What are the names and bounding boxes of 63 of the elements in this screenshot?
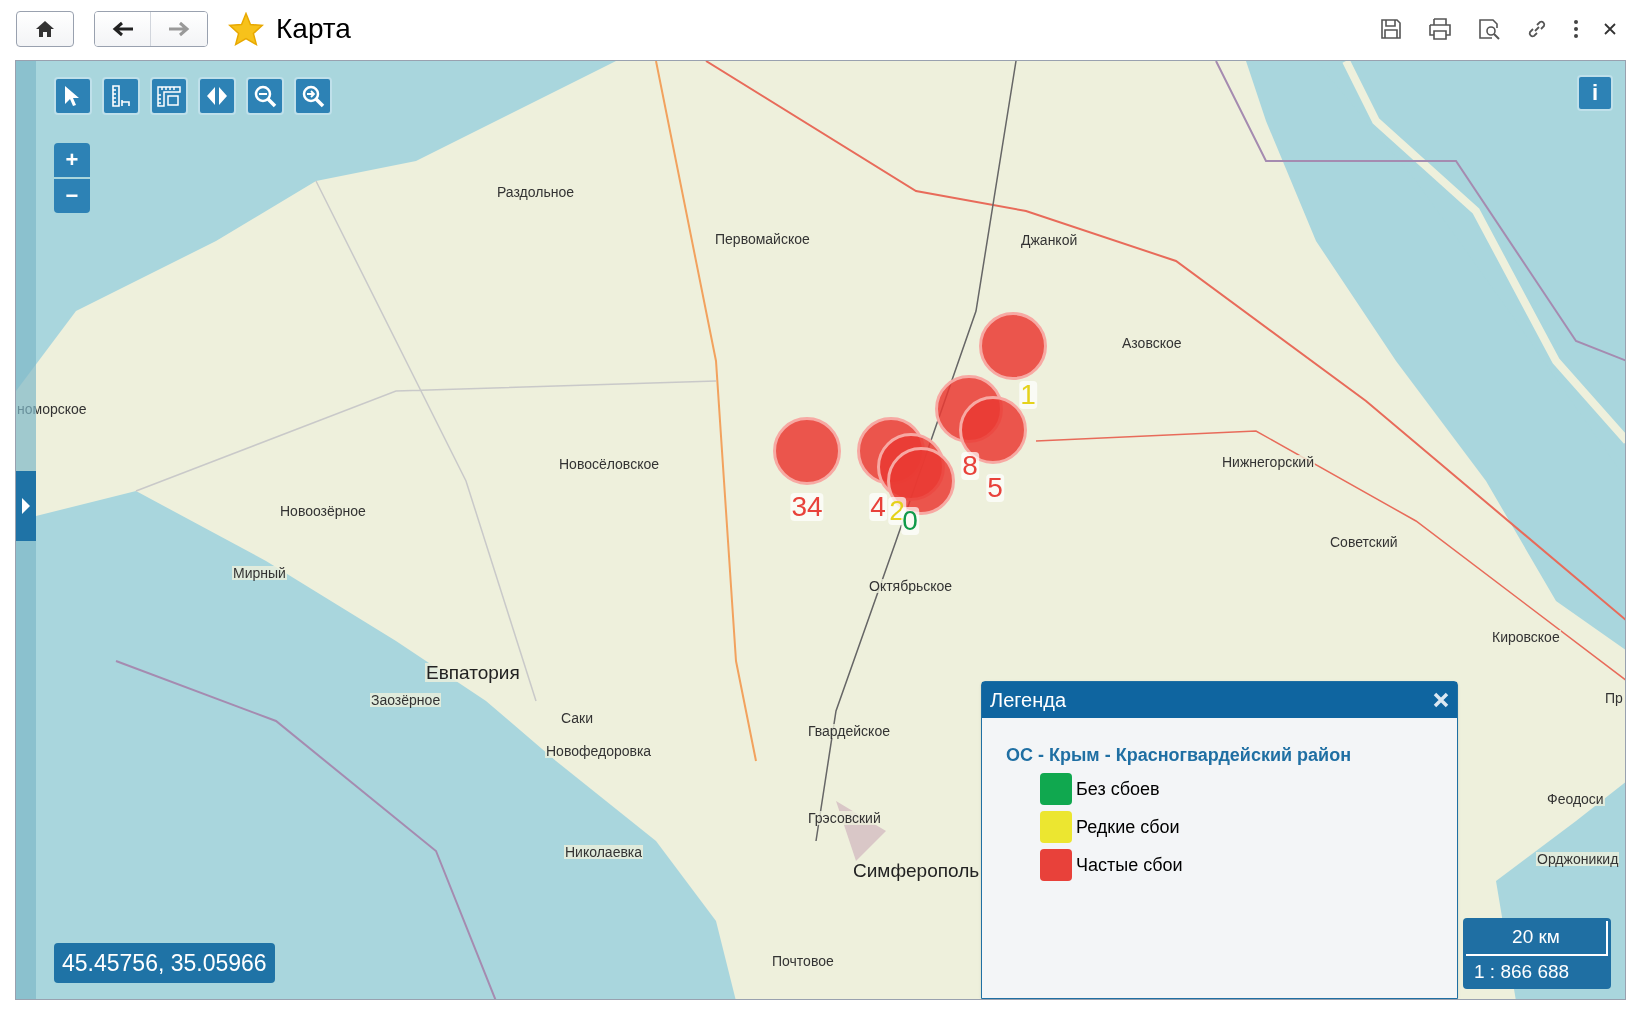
cluster-count: 1: [1019, 381, 1037, 409]
place-label: Симферополь: [852, 861, 981, 880]
legend-label: Частые сбои: [1076, 853, 1183, 877]
cluster-count: 5: [986, 474, 1004, 502]
more-icon[interactable]: [1573, 19, 1579, 39]
cluster-count: 8: [961, 452, 979, 480]
scale-ratio: 1 : 866 688: [1473, 959, 1571, 984]
home-icon: [35, 20, 55, 38]
measure-distance-button[interactable]: [102, 77, 140, 115]
window-title: Карта: [276, 12, 351, 46]
place-label: Николаевка: [564, 845, 644, 859]
place-label: Феодоси: [1546, 792, 1605, 806]
area-ruler-icon: [156, 84, 182, 108]
arrow-right-icon: [168, 21, 190, 37]
place-label: Кировское: [1491, 630, 1561, 644]
place-label: Заозёрное: [370, 693, 442, 707]
close-icon[interactable]: [1603, 22, 1617, 36]
home-button[interactable]: [16, 11, 74, 47]
place-label: Советский: [1329, 535, 1399, 549]
compare-button[interactable]: [198, 77, 236, 115]
place-label: Евпатория: [425, 663, 521, 682]
place-label: Грэсовский: [807, 811, 882, 825]
info-button[interactable]: i: [1577, 75, 1613, 111]
place-label: Почтовое: [771, 954, 835, 968]
zoom-out-button[interactable]: −: [54, 179, 90, 213]
coordinates-readout: 45.45756, 35.05966: [54, 942, 275, 983]
arrow-left-icon: [111, 21, 134, 37]
place-label: Новосёловское: [558, 457, 660, 471]
place-label: Гвардейское: [807, 724, 891, 738]
place-label: Саки: [560, 711, 594, 725]
place-label: Новофедоровка: [545, 744, 653, 758]
zoom-in-tool-button[interactable]: [246, 77, 284, 115]
select-tool-button[interactable]: [54, 77, 92, 115]
cluster-count: 4: [869, 493, 887, 521]
zoom-in-button[interactable]: +: [54, 143, 90, 177]
place-label: Нижнегорский: [1221, 455, 1315, 469]
scale-bar: 20 км: [1466, 921, 1608, 956]
preview-icon[interactable]: [1477, 17, 1501, 41]
legend-layer-title: ОС - Крым - Красногвардейский район: [1006, 744, 1352, 767]
star-icon[interactable]: [228, 12, 264, 46]
caret-right-icon: [21, 497, 31, 515]
zoom-extent-button[interactable]: [294, 77, 332, 115]
place-label: Азовское: [1121, 336, 1183, 350]
legend-label: Редкие сбои: [1076, 815, 1180, 839]
magnifier-icon: [253, 84, 277, 108]
measure-area-button[interactable]: [150, 77, 188, 115]
cluster-count: 34: [790, 493, 824, 521]
back-button[interactable]: [95, 12, 151, 46]
place-label: Октябрьское: [868, 579, 954, 593]
legend-label: Без сбоев: [1076, 777, 1160, 801]
ruler-icon: [109, 84, 133, 108]
magnifier-arrow-icon: [301, 84, 325, 108]
side-panel-toggle[interactable]: [16, 471, 36, 541]
legend-title: Легенда: [990, 688, 1067, 713]
place-label: Первомайское: [714, 232, 811, 246]
place-label: Джанкой: [1020, 233, 1079, 247]
place-label: Пр: [1604, 691, 1624, 705]
place-label: Орджоникид: [1536, 852, 1620, 866]
place-label: Раздольное: [496, 185, 576, 199]
print-icon[interactable]: [1427, 17, 1453, 41]
place-label: Новоозёрное: [279, 504, 367, 518]
place-label: Мирный: [232, 566, 287, 580]
save-icon[interactable]: [1379, 17, 1403, 41]
